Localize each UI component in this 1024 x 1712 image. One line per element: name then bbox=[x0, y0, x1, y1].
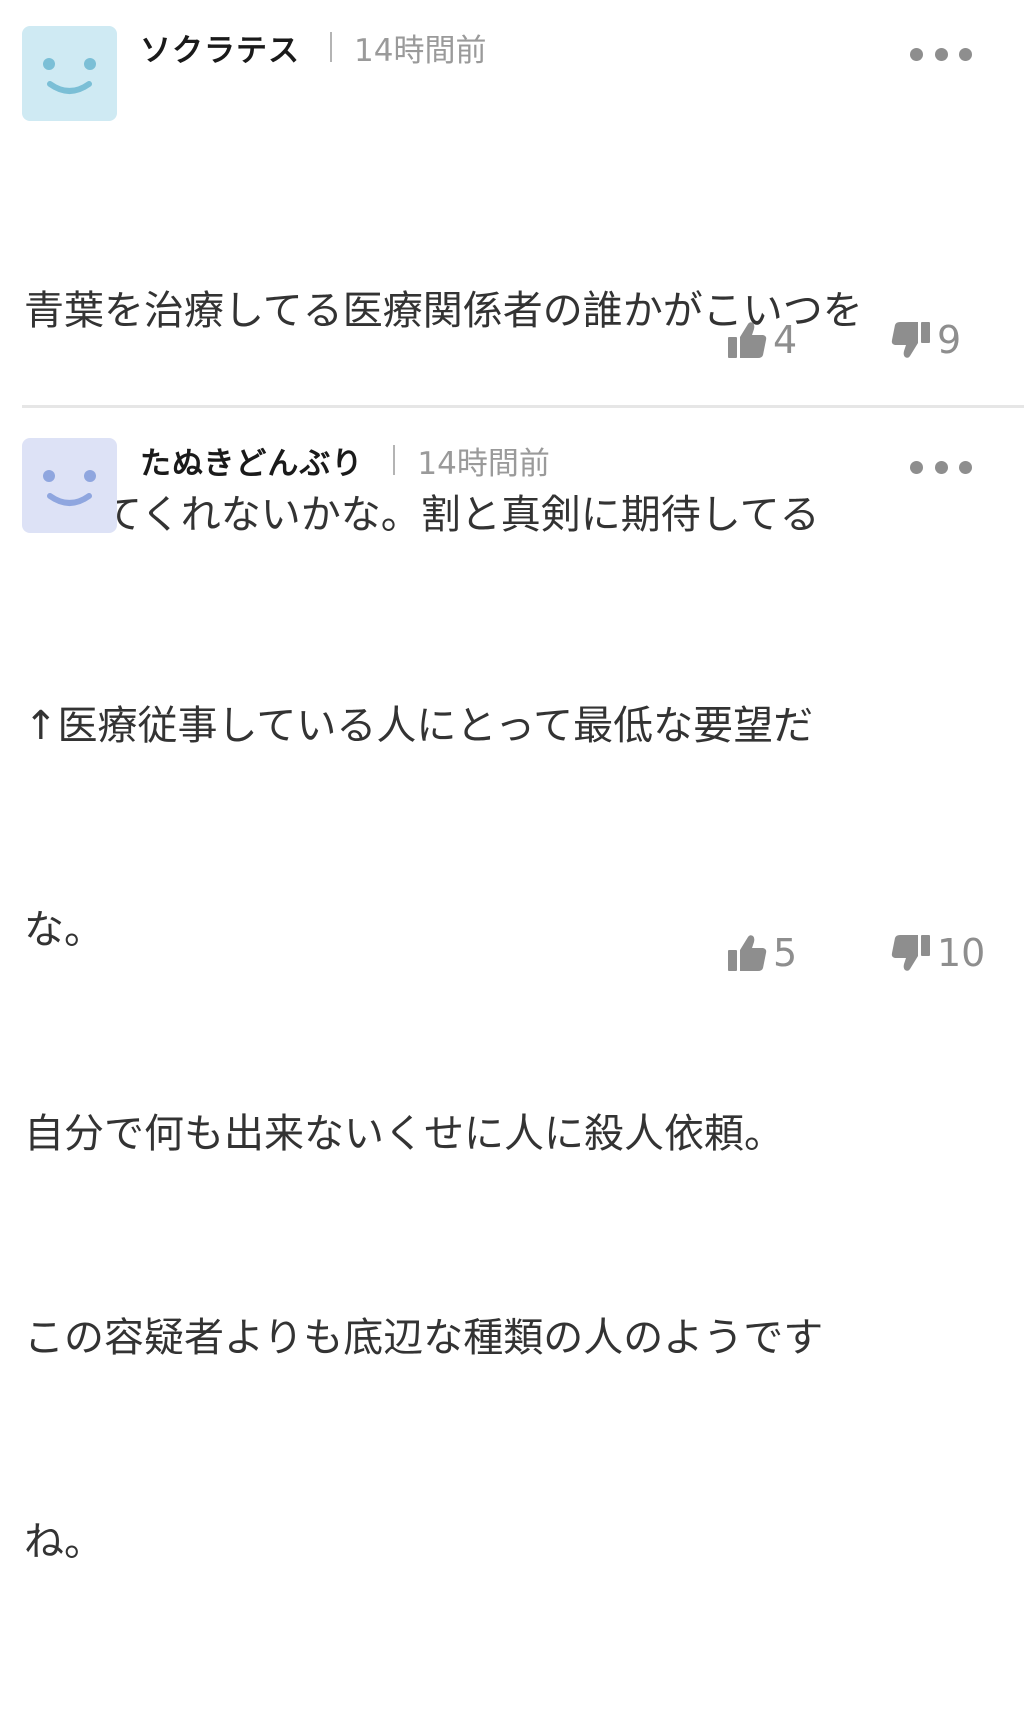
dislike-count: 9 bbox=[937, 318, 962, 362]
comment-item: ソクラテス 14時間前 青葉を治療してる医療関係者の誰かがこいつを 葬ってくれな… bbox=[0, 0, 1024, 538]
timestamp: 14時間前 bbox=[417, 445, 550, 482]
comment-line: 青葉を治療してる医療関係者の誰かがこいつを bbox=[24, 288, 863, 334]
more-options-button[interactable] bbox=[910, 47, 972, 61]
thumbs-up-icon bbox=[728, 322, 767, 358]
thumbs-down-icon bbox=[891, 935, 930, 971]
timestamp: 14時間前 bbox=[354, 32, 487, 69]
comment-line: ね。 bbox=[24, 1519, 104, 1565]
avatar[interactable] bbox=[22, 26, 117, 121]
comment-line: な。 bbox=[24, 907, 104, 953]
dislike-button[interactable]: 10 bbox=[891, 931, 985, 975]
smiley-face-icon bbox=[22, 26, 117, 121]
comment-meta: ソクラテス 14時間前 bbox=[140, 25, 487, 70]
more-options-button[interactable] bbox=[910, 460, 972, 474]
comment-meta: たぬきどんぶり 14時間前 bbox=[140, 438, 550, 483]
comment-body: ↑医療従事している人にとって最低な要望だ な。 自分で何も出来ないくせに人に殺人… bbox=[24, 556, 974, 1712]
comment-line: ↑医療従事している人にとって最低な要望だ bbox=[24, 703, 814, 749]
more-options-icon bbox=[910, 460, 923, 474]
comment-line: この容疑者よりも底辺な種類の人のようです bbox=[24, 1315, 824, 1361]
smiley-face-icon bbox=[22, 438, 117, 533]
dislike-button[interactable]: 9 bbox=[891, 318, 961, 362]
like-count: 5 bbox=[773, 931, 798, 975]
more-options-icon bbox=[910, 47, 923, 61]
username[interactable]: たぬきどんぶり bbox=[140, 438, 363, 483]
dislike-count: 10 bbox=[937, 931, 986, 975]
comment-line: 自分で何も出来ないくせに人に殺人依頼。 bbox=[24, 1111, 784, 1157]
meta-separator bbox=[330, 32, 332, 62]
thumbs-down-icon bbox=[891, 322, 930, 358]
like-button[interactable]: 5 bbox=[727, 931, 797, 975]
meta-separator bbox=[393, 445, 396, 475]
thumbs-up-icon bbox=[728, 935, 767, 971]
like-button[interactable]: 4 bbox=[727, 318, 797, 362]
like-count: 4 bbox=[773, 318, 798, 362]
avatar[interactable] bbox=[22, 438, 117, 533]
username[interactable]: ソクラテス bbox=[140, 25, 300, 70]
comment-item: たぬきどんぶり 14時間前 ↑医療従事している人にとって最低な要望だ な。 自分… bbox=[0, 408, 1024, 1565]
